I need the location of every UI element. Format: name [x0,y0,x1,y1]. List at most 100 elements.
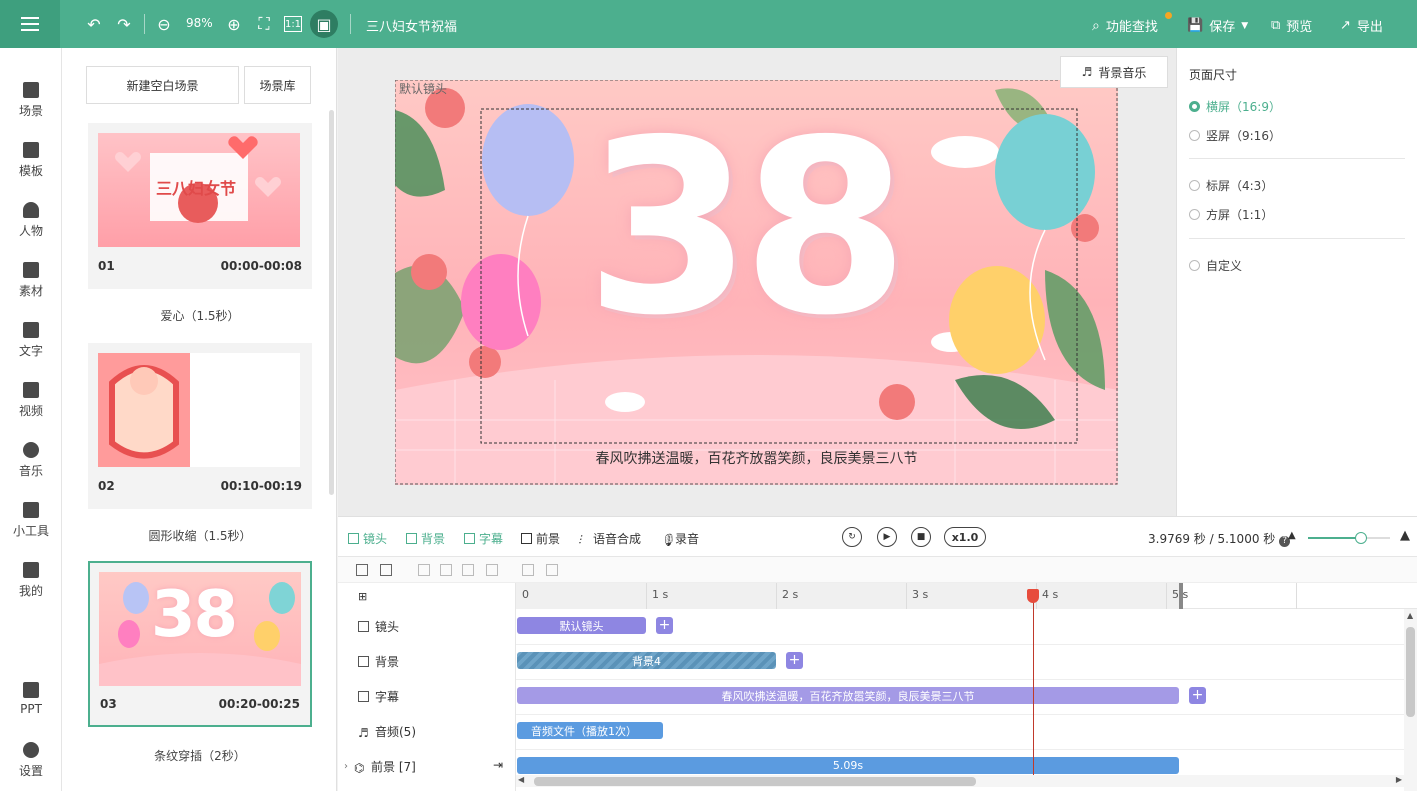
play-button[interactable]: ▶ [877,527,897,547]
subtitle-clip[interactable]: 春风吹拂送温暖，百花齐放嚣笑颜，良辰美景三八节 [517,687,1179,704]
scene-scrollbar[interactable] [329,110,334,495]
ruler-label: 4 s [1042,588,1059,601]
tab-subtitle[interactable]: 字幕 [464,530,503,547]
align-left-icon[interactable] [418,564,430,576]
merge-icon[interactable] [546,564,558,576]
scene-name[interactable]: 圆形收缩（1.5秒） [88,527,312,544]
new-blank-scene-button[interactable]: 新建空白场景 [86,66,239,104]
scroll-up-icon[interactable]: ▲ [1407,611,1413,620]
scene-library-button[interactable]: 场景库 [244,66,311,104]
preview-button[interactable]: ⧉ 预览 [1271,16,1312,35]
expand-icon[interactable]: ⇥ [493,758,503,772]
menu-button[interactable] [0,0,60,48]
tab-tts[interactable]: ⫶ 语音合成 [578,530,641,547]
time-ruler[interactable]: 0 1 s 2 s 3 s 4 s 5 s [516,583,1417,609]
sidebar-item-assets[interactable]: 素材 [0,262,62,318]
sidebar-item-text[interactable]: 文字 [0,322,62,378]
speed-button[interactable]: x1.0 [944,527,986,547]
timeline-zoom-slider[interactable] [1308,532,1390,544]
big-title-text[interactable]: 38 [585,108,909,348]
video-icon [23,382,39,398]
screen-record-icon[interactable]: ▣ [310,10,338,38]
tab-camera[interactable]: 镜头 [348,530,387,547]
zoom-out-mountain-icon[interactable]: ▲ [1288,530,1296,541]
page-size-title: 页面尺寸 [1189,68,1238,82]
background-music-button[interactable]: ♬ 背景音乐 [1060,56,1168,88]
ppt-icon [23,682,39,698]
actual-size-icon[interactable]: 1:1 [284,16,302,32]
ruler-tick [776,583,777,609]
play-icon: ▶ [883,532,891,542]
option-standard[interactable]: 标屏（4:3） [1189,177,1273,194]
sidebar-item-settings[interactable]: 设置 [0,742,62,791]
audio-clip[interactable]: 音频文件（播放1次） [517,722,663,739]
add-background-button[interactable]: + [786,652,803,669]
tab-background[interactable]: 背景 [406,530,445,547]
camera-clip[interactable]: 默认镜头 [517,617,646,634]
scene-card-03[interactable]: 38 03 00:20-00:25 [88,561,312,727]
foreground-clip[interactable]: 5.09s [517,757,1179,774]
option-landscape[interactable]: 横屏（16:9） [1189,98,1281,115]
tab-foreground[interactable]: 前景 [521,530,560,547]
export-button[interactable]: ↗ 导出 [1340,16,1383,35]
project-title[interactable]: 三八妇女节祝福 [366,16,457,35]
option-square[interactable]: 方屏（1:1） [1189,206,1273,223]
option-custom[interactable]: 自定义 [1189,257,1242,274]
scene-card-02[interactable]: 02 00:10-00:19 [88,343,312,509]
timeline-h-scrollbar[interactable]: ◀ ▶ [516,775,1404,787]
distribute-icon[interactable] [486,564,498,576]
sidebar-item-video[interactable]: 视频 [0,382,62,438]
undo-icon[interactable]: ↶ [84,14,104,34]
find-feature-button[interactable]: ⌕ 功能查找 [1092,16,1158,36]
zoom-out-icon[interactable]: ⊖ [154,14,174,34]
notification-dot [1165,12,1172,19]
end-marker[interactable] [1179,583,1183,609]
playhead-handle[interactable] [1027,589,1039,603]
track-label-foreground[interactable]: › ⌬ 前景 [7] [344,758,416,775]
track-label-subtitle[interactable]: 字幕 [358,688,399,705]
radio-icon [1189,209,1200,220]
scene-name[interactable]: 爱心（1.5秒） [88,307,312,324]
stage[interactable]: 默认镜头 38 春风吹拂送温暖，百花齐放嚣笑颜，良辰美景三八节 [395,80,1118,485]
chevron-right-icon[interactable]: › [344,761,348,772]
split-icon[interactable] [522,564,534,576]
scroll-left-icon[interactable]: ◀ [518,775,524,784]
stop-button[interactable]: ■ [911,527,931,547]
filter-icon[interactable] [356,564,368,576]
h-scroll-thumb[interactable] [534,777,976,786]
redo-icon[interactable]: ↷ [114,14,134,34]
playhead[interactable] [1033,589,1034,775]
add-camera-button[interactable]: + [656,617,673,634]
track-label-camera[interactable]: 镜头 [358,618,399,635]
arrange-icon[interactable] [380,564,392,576]
scene-name[interactable]: 条纹穿插（2秒） [88,747,312,764]
track-label-audio[interactable]: ♬ 音频(5) [358,723,416,740]
scene-card-01[interactable]: 三八妇女节 01 00:00-00:08 [88,123,312,289]
sidebar-item-templates[interactable]: 模板 [0,142,62,198]
save-button[interactable]: 💾 保存 ▼ [1187,16,1248,35]
align-center-icon[interactable] [440,564,452,576]
fullscreen-icon[interactable]: ⛶ [254,14,274,34]
scene-icon [23,82,39,98]
sidebar-item-characters[interactable]: 人物 [0,202,62,258]
background-clip[interactable]: 背景4 [517,652,776,669]
sidebar-item-mine[interactable]: 我的 [0,562,62,618]
track-label-background[interactable]: 背景 [358,653,399,670]
grid-icon[interactable]: ⊞ [358,590,367,603]
sidebar-item-ppt[interactable]: PPT [0,682,62,738]
zoom-in-icon[interactable]: ⊕ [224,14,244,34]
zoom-slider-handle[interactable] [1355,532,1368,544]
tab-record[interactable]: 🎙 录音 [660,530,699,547]
zoom-in-mountain-icon[interactable]: ▲ [1400,528,1410,543]
align-right-icon[interactable] [462,564,474,576]
scroll-right-icon[interactable]: ▶ [1396,775,1402,784]
sidebar-item-scenes[interactable]: 场景 [0,82,62,138]
caption-text[interactable]: 春风吹拂送温暖，百花齐放嚣笑颜，良辰美景三八节 [395,448,1118,468]
add-subtitle-button[interactable]: + [1189,687,1206,704]
v-scroll-thumb[interactable] [1406,627,1415,717]
sidebar-item-music[interactable]: 音乐 [0,442,62,498]
option-portrait[interactable]: 竖屏（9:16） [1189,127,1281,144]
replay-button[interactable]: ↻ [842,527,862,547]
sidebar-item-tools[interactable]: 小工具 [0,502,62,558]
timeline-v-scrollbar[interactable]: ▲ [1404,609,1417,791]
